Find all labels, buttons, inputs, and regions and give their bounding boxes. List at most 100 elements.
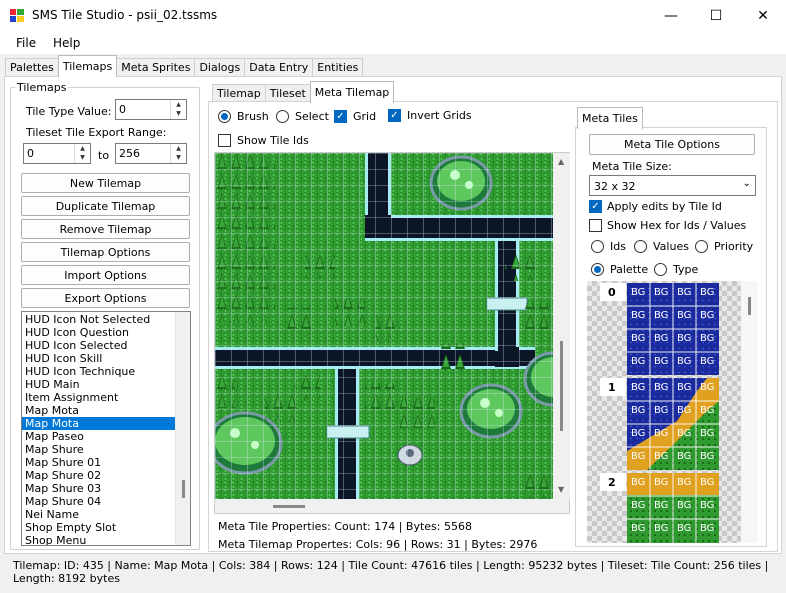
list-item[interactable]: HUD Icon Not Selected xyxy=(22,313,190,326)
values-radio[interactable] xyxy=(634,240,647,253)
bg-label: BG xyxy=(677,451,692,462)
list-item[interactable]: Map Paseo xyxy=(22,430,190,443)
bg-label: BG xyxy=(677,382,692,393)
list-item[interactable]: Nei Name xyxy=(22,508,190,521)
priority-label: Priority xyxy=(714,240,754,253)
ids-radio[interactable] xyxy=(591,240,604,253)
tab-meta-tiles[interactable]: Meta Tiles xyxy=(577,107,643,129)
export-options-button[interactable]: Export Options xyxy=(21,288,190,308)
meta-tile-number: 1 xyxy=(608,381,616,394)
list-item[interactable]: HUD Main xyxy=(22,378,190,391)
bg-label: BG xyxy=(654,287,669,298)
tile-type-stepper[interactable]: ▲ ▼ xyxy=(170,100,186,119)
minimize-button[interactable]: — xyxy=(648,0,694,32)
tab-entities[interactable]: Entities xyxy=(312,58,364,77)
bg-label: BG xyxy=(677,500,692,511)
meta-tile-size-select[interactable]: 32 x 32 ⌄ xyxy=(589,175,756,196)
meta-tile-number: 0 xyxy=(608,286,616,299)
bg-label: BG xyxy=(631,500,646,511)
range-from-stepper[interactable]: ▲ ▼ xyxy=(74,144,90,163)
map-vscrollbar[interactable]: ▲ ▼ xyxy=(553,153,570,499)
menu-file[interactable]: File xyxy=(16,36,36,50)
apply-edits-label: Apply edits by Tile Id xyxy=(607,200,722,213)
list-item[interactable]: Map Shure 04 xyxy=(22,495,190,508)
chevron-down-icon: ⌄ xyxy=(742,178,751,189)
list-item[interactable]: HUD Icon Selected xyxy=(22,339,190,352)
bg-label: BG xyxy=(677,310,692,321)
bg-label: BG xyxy=(677,287,692,298)
tab-meta-sprites[interactable]: Meta Sprites xyxy=(116,58,196,77)
range-to-input[interactable]: 256 ▲ ▼ xyxy=(115,143,187,164)
bg-label: BG xyxy=(700,477,715,488)
new-tilemap-button[interactable]: New Tilemap xyxy=(21,173,190,193)
invert-grids-checkbox[interactable]: ✓ xyxy=(388,109,401,122)
tilemaps-group-label: Tilemaps xyxy=(15,81,69,94)
show-hex-label: Show Hex for Ids / Values xyxy=(607,219,747,232)
tab-dialogs[interactable]: Dialogs xyxy=(194,58,246,77)
range-from-input[interactable]: 0 ▲ ▼ xyxy=(23,143,91,164)
brush-label: Brush xyxy=(237,110,269,123)
meta-tiles-scroll-thumb[interactable] xyxy=(748,297,751,315)
maximize-button[interactable]: ☐ xyxy=(693,0,739,32)
bg-label: BG xyxy=(700,523,715,534)
bg-label: BG xyxy=(700,382,715,393)
list-item[interactable]: HUD Icon Technique xyxy=(22,365,190,378)
priority-radio[interactable] xyxy=(695,240,708,253)
map-hscroll-thumb[interactable] xyxy=(273,505,305,508)
remove-tilemap-button[interactable]: Remove Tilemap xyxy=(21,219,190,239)
show-hex-checkbox[interactable] xyxy=(589,219,602,232)
meta-tilemap-canvas[interactable] xyxy=(215,153,553,499)
list-item[interactable]: Shop Menu xyxy=(22,534,190,545)
list-item[interactable]: Shop Empty Slot xyxy=(22,521,190,534)
duplicate-tilemap-button[interactable]: Duplicate Tilemap xyxy=(21,196,190,216)
bg-label: BG xyxy=(631,382,646,393)
bg-label: BG xyxy=(631,523,646,534)
tab-data-entry[interactable]: Data Entry xyxy=(244,58,314,77)
range-to-stepper[interactable]: ▲ ▼ xyxy=(170,144,186,163)
bg-label: BG xyxy=(631,477,646,488)
list-item[interactable]: HUD Icon Question xyxy=(22,326,190,339)
map-vscroll-thumb[interactable] xyxy=(560,341,563,431)
brush-radio[interactable] xyxy=(218,110,231,123)
show-tile-ids-checkbox[interactable] xyxy=(218,134,231,147)
bg-label: BG xyxy=(677,333,692,344)
list-item[interactable]: Map Mota xyxy=(22,404,190,417)
list-item[interactable]: Map Shure 02 xyxy=(22,469,190,482)
list-scrollbar[interactable] xyxy=(175,312,190,545)
window-title: SMS Tile Studio - psii_02.tssms xyxy=(32,8,218,22)
menu-help[interactable]: Help xyxy=(53,36,80,50)
type-label: Type xyxy=(673,263,699,276)
list-item[interactable]: Map Shure xyxy=(22,443,190,456)
tab-meta-tilemap[interactable]: Meta Tilemap xyxy=(309,81,395,103)
list-scroll-thumb[interactable] xyxy=(182,480,185,498)
meta-tilemap-canvas-container: ▲ ▼ xyxy=(214,152,570,514)
list-item[interactable]: Map Shure 03 xyxy=(22,482,190,495)
meta-tiles-scrollbar[interactable] xyxy=(741,281,758,543)
close-button[interactable]: ✕ xyxy=(740,0,786,32)
meta-tile-preview[interactable]: 0 1 2 BG BG BG BG BG BG BG BG BG BG BG BG BG BG BG BG BG… xyxy=(587,281,741,543)
tab-tilemaps[interactable]: Tilemaps xyxy=(57,55,118,77)
tab-palettes[interactable]: Palettes xyxy=(5,58,59,77)
menu-bar: File Help xyxy=(0,32,786,54)
bg-label: BG xyxy=(654,405,669,416)
export-range-label: Tileset Tile Export Range: xyxy=(26,126,167,139)
bg-label: BG xyxy=(677,356,692,367)
apply-edits-checkbox[interactable]: ✓ xyxy=(589,200,602,213)
palette-radio[interactable] xyxy=(591,263,604,276)
bg-label: BG xyxy=(631,310,646,321)
meta-tile-options-button[interactable]: Meta Tile Options xyxy=(589,134,755,155)
list-item[interactable]: Map Shure 01 xyxy=(22,456,190,469)
tilemap-options-button[interactable]: Tilemap Options xyxy=(21,242,190,262)
type-radio[interactable] xyxy=(654,263,667,276)
values-label: Values xyxy=(653,240,689,253)
map-hscrollbar[interactable] xyxy=(215,499,553,513)
list-item[interactable]: Item Assignment xyxy=(22,391,190,404)
tilemap-list[interactable]: HUD Icon Not Selected HUD Icon Question HU… xyxy=(21,311,191,546)
tile-type-input[interactable]: 0 ▲ ▼ xyxy=(115,99,187,120)
list-item[interactable]: Map Mota xyxy=(22,417,190,430)
select-radio[interactable] xyxy=(276,110,289,123)
grid-checkbox[interactable]: ✓ xyxy=(334,110,347,123)
import-options-button[interactable]: Import Options xyxy=(21,265,190,285)
invert-grids-label: Invert Grids xyxy=(407,109,472,122)
list-item[interactable]: HUD Icon Skill xyxy=(22,352,190,365)
